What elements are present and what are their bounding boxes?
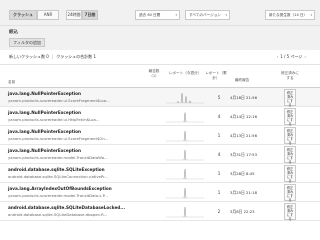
chevron-down-icon: ▾ <box>310 13 312 17</box>
last-report-date: 4月13日 21:56 <box>230 133 257 138</box>
chevron-down-icon: ▾ <box>175 13 177 17</box>
add-filter-button[interactable]: フィルタの追加 <box>9 38 45 47</box>
version-label: すべてのバージョン <box>189 13 221 17</box>
report-count: 4 <box>217 114 221 119</box>
table-row[interactable]: java.lang.NullPointerException yanom.prod… <box>0 145 320 164</box>
sparkline-spike <box>183 150 187 161</box>
table-row[interactable]: java.lang.ArrayIndexOutOfBoundsException… <box>0 183 320 202</box>
mark-fixed-button[interactable]: 修正 済み にする <box>284 127 296 145</box>
sparkline-spike <box>183 188 187 199</box>
last-report-date: 4月14日 12:16 <box>230 114 257 119</box>
report-sparkline <box>166 112 204 123</box>
last-report-date: 4月18日 21:56 <box>230 95 257 100</box>
table-row[interactable]: java.lang.NullPointerException yanom.prod… <box>0 88 320 107</box>
column-reports[interactable]: 報告数（1） <box>147 69 161 79</box>
issue-location: yanom.products.scorereader.ui.ScoreFragm… <box>8 98 110 103</box>
mark-fixed-button[interactable]: 修正 済み にする <box>284 108 296 126</box>
sparkline-spike <box>183 131 187 142</box>
mark-fixed-button[interactable]: 修正 済み にする <box>284 184 296 202</box>
pagination: ‹ 1 / 5 ページ › <box>275 54 308 60</box>
report-count: 1 <box>217 171 221 176</box>
next-page-icon[interactable]: › <box>304 54 306 59</box>
tab-anr[interactable]: ANR <box>37 10 59 20</box>
issue-title[interactable]: android.database.sqlite.SQLiteException <box>8 167 105 172</box>
column-reports-new[interactable]: レポート（今週分） <box>166 71 204 76</box>
sparkline-spike <box>183 112 187 123</box>
crash-summary: 新しいクラッシュ数 0 | クラッシュの合計数 1 <box>9 54 96 60</box>
report-sparkline <box>166 131 204 142</box>
mark-fixed-button[interactable]: 修正 済み にする <box>284 89 296 107</box>
chevron-down-icon: ▾ <box>225 13 227 17</box>
issue-title[interactable]: java.lang.NullPointerException <box>8 91 81 96</box>
report-count: 4 <box>217 152 221 157</box>
sparkline-spike <box>180 93 184 104</box>
prev-page-icon[interactable]: ‹ <box>277 54 279 59</box>
report-count: 5 <box>217 95 221 100</box>
issue-location: android.database.sqlite.SQLiteDatabase.d… <box>8 212 108 217</box>
mark-fixed-button[interactable]: 修正 済み にする <box>284 146 296 164</box>
page-range: 1 / 5 ページ <box>280 54 303 59</box>
report-sparkline <box>166 93 204 104</box>
column-last-report[interactable]: 最終報告 <box>228 78 256 83</box>
mark-fixed-label: る <box>288 217 292 221</box>
last-report-date: 3月31日 17:53 <box>230 152 257 157</box>
report-count: 1 <box>217 190 221 195</box>
top-toolbar: クラッシュ ANR 24時間 7日間 過去 60 日間 ▾ すべてのバージョン ▾ … <box>0 0 320 26</box>
tab-crashes[interactable]: クラッシュ <box>9 10 37 20</box>
report-sparkline <box>166 169 204 180</box>
period-7d[interactable]: 7日間 <box>82 10 98 20</box>
issue-title[interactable]: java.lang.NullPointerException <box>8 129 81 134</box>
sparkline-spike <box>183 207 187 218</box>
report-count: 1 <box>217 133 221 138</box>
issue-location: yanom.products.scorereader.model.Transit… <box>8 155 108 160</box>
sparkline-spike <box>184 96 188 104</box>
issue-title[interactable]: java.lang.ArrayIndexOutOfBoundsException <box>8 186 112 191</box>
column-reports-total[interactable]: レポート（累計） <box>204 71 228 81</box>
report-sparkline <box>166 188 204 199</box>
issue-list: java.lang.NullPointerException yanom.prod… <box>0 88 320 221</box>
last-report-date: 3月28日 8:45 <box>230 171 255 176</box>
report-sparkline <box>166 150 204 161</box>
report-count: 2 <box>217 209 221 214</box>
issue-title[interactable]: android.database.sqlite.SQLiteDatabaseLo… <box>8 205 125 210</box>
date-range-dropdown[interactable]: 過去 60 日間 ▾ <box>135 10 180 20</box>
issue-location: android.database.sqlite.SQLiteConnection… <box>8 174 108 179</box>
sparkline-spike <box>188 100 192 104</box>
column-mark-fixed: 修正済みにする <box>281 71 299 80</box>
issue-location: yanom.products.scorereader.ui.ScoreFragm… <box>8 136 109 141</box>
issue-location: yanom.products.scorereader.ui.HttpFetch$… <box>8 117 100 122</box>
last-report-date: 3月8日 22:23 <box>230 209 255 214</box>
mark-fixed-button[interactable]: 修正 済み にする <box>284 203 296 221</box>
table-row[interactable]: android.database.sqlite.SQLiteException a… <box>0 164 320 183</box>
table-row[interactable]: java.lang.NullPointerException yanom.prod… <box>0 126 320 145</box>
sort-dropdown[interactable]: 新たな発生数（14 日） ▾ <box>265 10 315 20</box>
period-24h[interactable]: 24時間 <box>66 10 82 20</box>
date-range-label: 過去 60 日間 <box>139 13 161 17</box>
last-report-date: 3月25日 21:18 <box>230 190 257 195</box>
issue-title[interactable]: java.lang.NullPointerException <box>8 148 81 153</box>
issue-location: yanom.products.scorereader.model.Transit… <box>8 193 108 198</box>
table-row[interactable]: java.lang.NullPointerException yanom.prod… <box>0 107 320 126</box>
sort-label: 新たな発生数（14 日） <box>269 13 308 17</box>
filter-panel: 絞込 フィルタの追加 <box>0 26 320 50</box>
report-sparkline <box>166 207 204 218</box>
version-dropdown[interactable]: すべてのバージョン ▾ <box>185 10 230 20</box>
column-name[interactable]: 名前 <box>8 80 15 85</box>
issue-title[interactable]: java.lang.NullPointerException <box>8 110 81 115</box>
mark-fixed-button[interactable]: 修正 済み にする <box>284 165 296 183</box>
sparkline-spike <box>183 169 187 180</box>
new-crashes-count: 新しいクラッシュ数 0 <box>9 54 49 59</box>
divider: | <box>51 54 54 59</box>
crashes-in-period: クラッシュの合計数 1 <box>56 54 97 59</box>
table-row[interactable]: android.database.sqlite.SQLiteDatabaseLo… <box>0 202 320 221</box>
table-header: 名前 報告数（1） レポート（今週分） レポート（累計） 最終報告 修正済みにす… <box>0 64 320 88</box>
filter-title: 絞込 <box>9 30 18 35</box>
